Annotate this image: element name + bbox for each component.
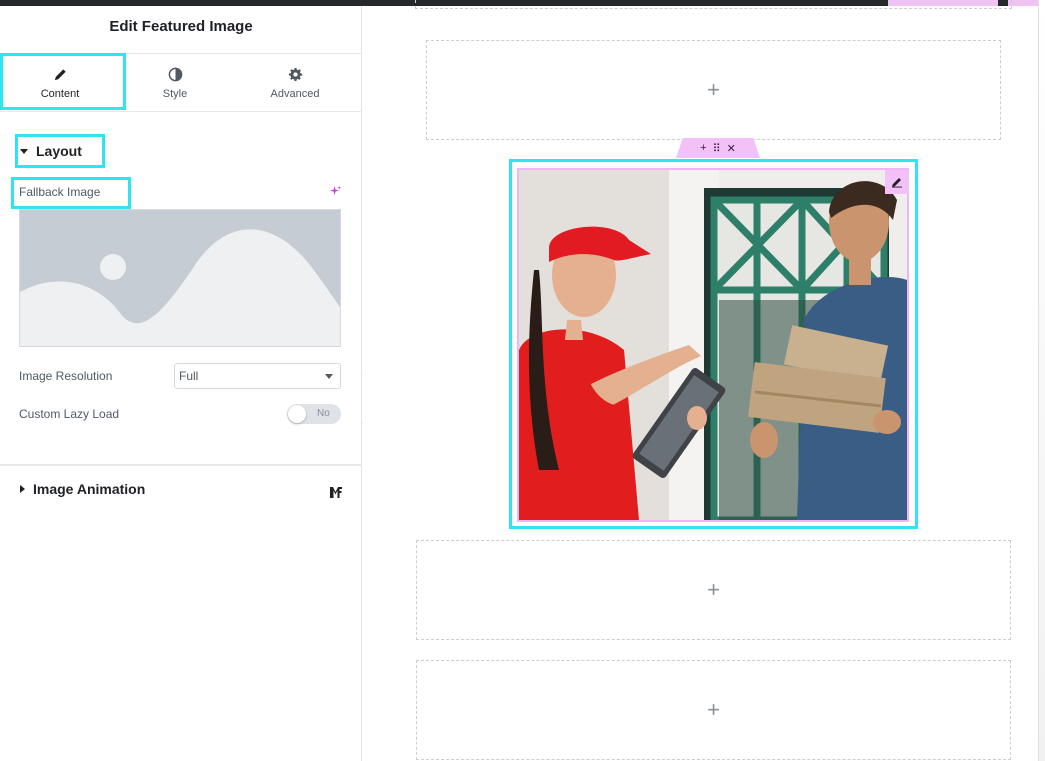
plus-icon: + xyxy=(707,577,720,602)
tab-style[interactable]: Style xyxy=(115,54,235,112)
plus-icon: + xyxy=(707,77,720,102)
gear-icon xyxy=(288,67,302,81)
edit-widget-button[interactable] xyxy=(885,170,909,194)
editor-panel: Edit Featured Image Content Style Advanc… xyxy=(0,0,362,761)
toggle-state-label: No xyxy=(317,408,330,419)
panel-title: Edit Featured Image xyxy=(0,0,362,54)
add-section-placeholder-1[interactable]: + xyxy=(426,40,1001,140)
image-resolution-select[interactable]: Full xyxy=(174,363,341,389)
pencil-icon xyxy=(892,178,902,188)
tab-style-label: Style xyxy=(162,87,188,100)
toggle-knob xyxy=(288,405,306,423)
image-resolution-value: Full xyxy=(179,369,199,383)
add-section-placeholder-2[interactable]: + xyxy=(416,540,1011,640)
image-animation-section-title: Image Animation xyxy=(33,481,146,497)
chevron-down-icon xyxy=(325,374,333,379)
image-resolution-label: Image Resolution xyxy=(19,369,113,383)
tab-content[interactable]: Content xyxy=(0,54,120,112)
layout-section-header[interactable]: Layout xyxy=(20,141,82,161)
widget-toolbar: + ⠿ ✕ xyxy=(676,138,760,158)
featured-image xyxy=(519,170,907,520)
remove-widget-button[interactable]: ✕ xyxy=(727,142,736,155)
tab-content-label: Content xyxy=(40,87,80,100)
tab-advanced[interactable]: Advanced xyxy=(235,54,355,112)
add-section-placeholder-3[interactable]: + xyxy=(416,660,1011,760)
section-divider xyxy=(0,464,362,466)
image-placeholder-icon xyxy=(20,210,340,346)
caret-right-icon xyxy=(20,485,25,493)
custom-lazy-load-toggle[interactable]: No xyxy=(287,404,341,424)
add-widget-button[interactable]: + xyxy=(700,142,706,154)
layout-section-title: Layout xyxy=(36,143,82,159)
half-circle-icon xyxy=(168,67,182,81)
delivery-photo-illustration xyxy=(519,170,907,520)
canvas-scrollbar[interactable] xyxy=(1038,0,1045,761)
plus-icon: + xyxy=(707,697,720,722)
ai-sparkle-icon[interactable] xyxy=(329,185,342,198)
caret-down-icon xyxy=(20,148,28,154)
motion-fx-icon[interactable] xyxy=(328,484,344,500)
top-bar-highlight-2 xyxy=(1008,0,1038,6)
tab-advanced-label: Advanced xyxy=(270,87,320,100)
section-placeholder-top xyxy=(415,0,1012,9)
fallback-image-label: Fallback Image xyxy=(19,185,101,199)
image-animation-section-header[interactable]: Image Animation xyxy=(20,479,145,499)
editor-screen: Edit Featured Image Content Style Advanc… xyxy=(0,0,1045,761)
drag-handle-icon[interactable]: ⠿ xyxy=(713,142,721,155)
pencil-icon xyxy=(54,68,66,80)
custom-lazy-load-label: Custom Lazy Load xyxy=(19,407,120,421)
fallback-image-placeholder[interactable] xyxy=(19,209,341,347)
panel-tabs: Content Style Advanced xyxy=(0,54,362,112)
